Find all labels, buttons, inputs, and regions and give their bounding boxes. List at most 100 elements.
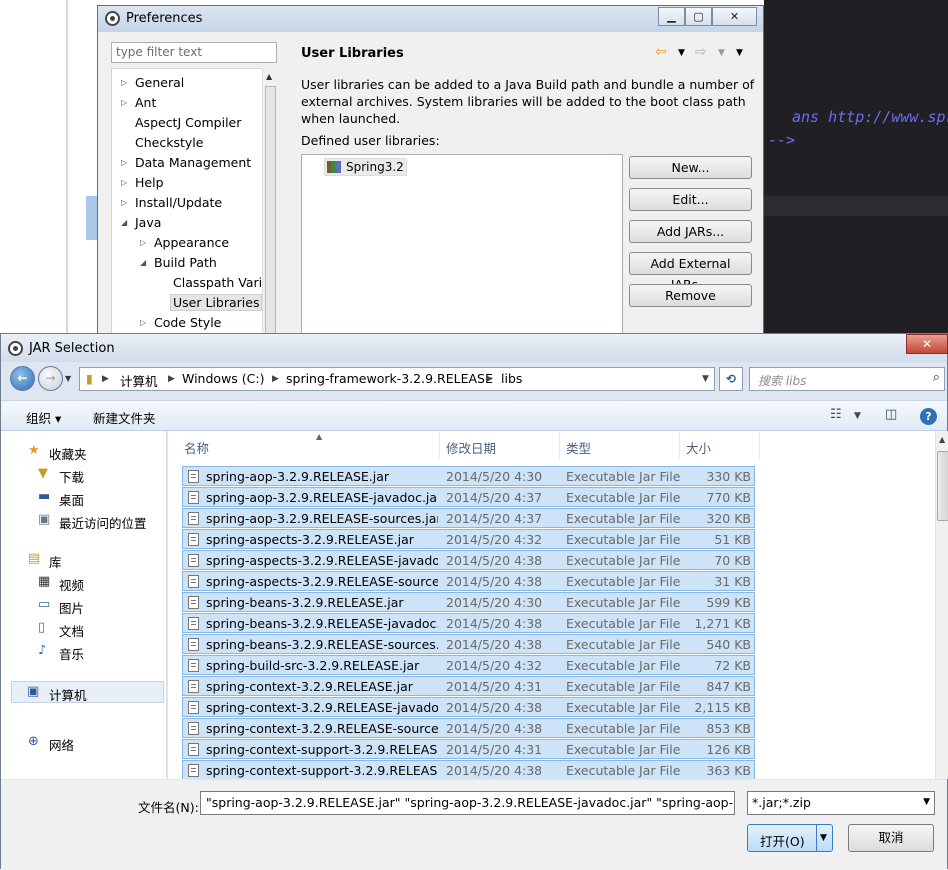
scroll-up-arrow-icon[interactable]: ▲: [939, 435, 945, 444]
scroll-up-arrow-icon[interactable]: ▲: [266, 72, 272, 81]
column-size[interactable]: 大小: [680, 431, 760, 459]
breadcrumb-drive[interactable]: Windows (C:): [182, 371, 264, 386]
history-dropdown-icon[interactable]: ▼: [65, 374, 71, 383]
filter-input[interactable]: type filter text: [111, 42, 277, 63]
file-row[interactable]: spring-beans-3.2.9.RELEASE-javadoc.... 20…: [182, 613, 755, 633]
jar-titlebar[interactable]: JAR Selection ✕: [1, 334, 948, 362]
address-dropdown-icon[interactable]: ▼: [702, 374, 709, 384]
library-item[interactable]: Spring3.2: [324, 158, 407, 176]
close-button[interactable]: ✕: [906, 334, 948, 354]
open-button[interactable]: 打开(O) ▼: [747, 824, 833, 852]
filename-input[interactable]: "spring-aop-3.2.9.RELEASE.jar" "spring-a…: [200, 791, 735, 815]
nav-videos[interactable]: 视频: [59, 575, 84, 594]
tree-item-appearance[interactable]: Appearance: [154, 235, 229, 250]
nav-documents[interactable]: 文档: [59, 621, 84, 640]
breadcrumb-folder[interactable]: spring-framework-3.2.9.RELEASE: [286, 371, 493, 386]
back-dropdown-icon[interactable]: ▼: [678, 48, 685, 58]
collapse-arrow-icon[interactable]: ◢: [140, 258, 146, 267]
file-row[interactable]: spring-aop-3.2.9.RELEASE-javadoc.jar 2014…: [182, 487, 755, 507]
nav-computer-row[interactable]: ▣ 计算机: [11, 681, 164, 703]
view-dropdown-icon[interactable]: ▼: [854, 411, 861, 421]
file-list-scrollbar[interactable]: ▲: [935, 431, 948, 779]
forward-arrow-icon[interactable]: ⇨: [695, 44, 707, 60]
chevron-down-icon[interactable]: ▼: [923, 797, 930, 807]
tree-item-user-libraries[interactable]: User Libraries: [170, 294, 263, 311]
preview-pane-icon[interactable]: ◫: [885, 407, 897, 422]
expand-arrow-icon[interactable]: ▷: [140, 318, 146, 327]
tree-item-checkstyle[interactable]: Checkstyle: [135, 135, 203, 150]
file-row[interactable]: spring-context-3.2.9.RELEASE.jar 2014/5/2…: [182, 676, 755, 696]
organize-menu[interactable]: 组织 ▾: [26, 408, 61, 427]
tree-item-install-update[interactable]: Install/Update: [135, 195, 222, 210]
open-dropdown-icon[interactable]: ▼: [820, 833, 827, 843]
file-row[interactable]: spring-aspects-3.2.9.RELEASE.jar 2014/5/2…: [182, 529, 755, 549]
tree-item-classpath-variables[interactable]: Classpath Varia: [173, 275, 270, 290]
help-icon[interactable]: ?: [920, 408, 937, 425]
back-arrow-icon[interactable]: ⇦: [655, 44, 667, 60]
file-row[interactable]: spring-context-3.2.9.RELEASE-source... 20…: [182, 718, 755, 738]
view-options-icon[interactable]: ☷: [830, 407, 842, 422]
tree-scrollbar[interactable]: ▲: [262, 68, 277, 340]
file-row[interactable]: spring-build-src-3.2.9.RELEASE.jar 2014/5…: [182, 655, 755, 675]
breadcrumb-libs[interactable]: libs: [501, 371, 522, 386]
expand-arrow-icon[interactable]: ▷: [121, 98, 127, 107]
breadcrumb-separator-icon[interactable]: ▶: [102, 374, 109, 384]
scroll-thumb[interactable]: [265, 86, 276, 336]
breadcrumb-separator-icon[interactable]: ▶: [486, 374, 493, 384]
expand-arrow-icon[interactable]: ▷: [140, 238, 146, 247]
file-row[interactable]: spring-aop-3.2.9.RELEASE.jar 2014/5/20 4:…: [182, 466, 755, 486]
breadcrumb-computer[interactable]: 计算机: [120, 371, 158, 390]
column-date[interactable]: 修改日期: [440, 431, 560, 459]
tree-item-aspectj[interactable]: AspectJ Compiler: [135, 115, 241, 130]
tree-item-general[interactable]: General: [135, 75, 184, 90]
add-external-jars-button[interactable]: Add External JARs...: [629, 252, 752, 292]
tree-item-build-path[interactable]: Build Path: [154, 255, 217, 270]
expand-arrow-icon[interactable]: ▷: [121, 158, 127, 167]
view-menu-icon[interactable]: ▼: [736, 48, 743, 58]
search-icon[interactable]: ⌕: [933, 370, 940, 385]
nav-network[interactable]: 网络: [49, 735, 74, 754]
add-jars-button[interactable]: Add JARs...: [629, 220, 752, 243]
file-row[interactable]: spring-context-support-3.2.9.RELEAS... 20…: [182, 760, 755, 779]
nav-favorites[interactable]: 收藏夹: [49, 444, 87, 463]
file-row[interactable]: spring-context-3.2.9.RELEASE-javado... 20…: [182, 697, 755, 717]
minimize-button[interactable]: ▁: [658, 7, 685, 26]
edit-button[interactable]: Edit...: [629, 188, 752, 211]
column-type[interactable]: 类型: [560, 431, 680, 459]
search-input[interactable]: 搜索 libs ⌕: [749, 367, 945, 391]
tree-item-help[interactable]: Help: [135, 175, 164, 190]
new-folder-button[interactable]: 新建文件夹: [93, 408, 156, 427]
column-name[interactable]: 名称 ▲: [178, 431, 440, 459]
remove-button[interactable]: Remove: [629, 284, 752, 307]
tree-item-java[interactable]: Java: [135, 215, 161, 230]
file-row[interactable]: spring-context-support-3.2.9.RELEAS... 20…: [182, 739, 755, 759]
nav-downloads[interactable]: 下载: [59, 467, 84, 486]
nav-pictures[interactable]: 图片: [59, 598, 84, 617]
tree-item-code-style[interactable]: Code Style: [154, 315, 221, 330]
tree-item-data-management[interactable]: Data Management: [135, 155, 251, 170]
tree-item-ant[interactable]: Ant: [135, 95, 156, 110]
filetype-select[interactable]: *.jar;*.zip ▼: [747, 791, 935, 815]
file-row[interactable]: spring-aspects-3.2.9.RELEASE-javado... 20…: [182, 550, 755, 570]
file-row[interactable]: spring-aspects-3.2.9.RELEASE-source... 20…: [182, 571, 755, 591]
nav-libraries[interactable]: 库: [49, 552, 62, 571]
nav-recent[interactable]: 最近访问的位置: [59, 513, 147, 532]
new-button[interactable]: New...: [629, 156, 752, 179]
preferences-titlebar[interactable]: Preferences ▁ ▢ ✕: [98, 6, 763, 32]
close-button[interactable]: ✕: [712, 7, 757, 26]
forward-button[interactable]: →: [38, 366, 63, 391]
breadcrumb-separator-icon[interactable]: ▶: [272, 374, 279, 384]
back-button[interactable]: ←: [10, 366, 35, 391]
expand-arrow-icon[interactable]: ▷: [121, 198, 127, 207]
refresh-button[interactable]: ⟲: [719, 367, 743, 391]
nav-computer[interactable]: 计算机: [49, 685, 87, 704]
file-row[interactable]: spring-aop-3.2.9.RELEASE-sources.jar 2014…: [182, 508, 755, 528]
scroll-thumb[interactable]: [937, 451, 948, 521]
file-row[interactable]: spring-beans-3.2.9.RELEASE-sources.... 20…: [182, 634, 755, 654]
breadcrumb-separator-icon[interactable]: ▶: [168, 374, 175, 384]
collapse-arrow-icon[interactable]: ◢: [121, 218, 127, 227]
user-libraries-list[interactable]: Spring3.2: [301, 154, 623, 341]
nav-desktop[interactable]: 桌面: [59, 490, 84, 509]
forward-dropdown-icon[interactable]: ▼: [718, 48, 725, 58]
expand-arrow-icon[interactable]: ▷: [121, 178, 127, 187]
